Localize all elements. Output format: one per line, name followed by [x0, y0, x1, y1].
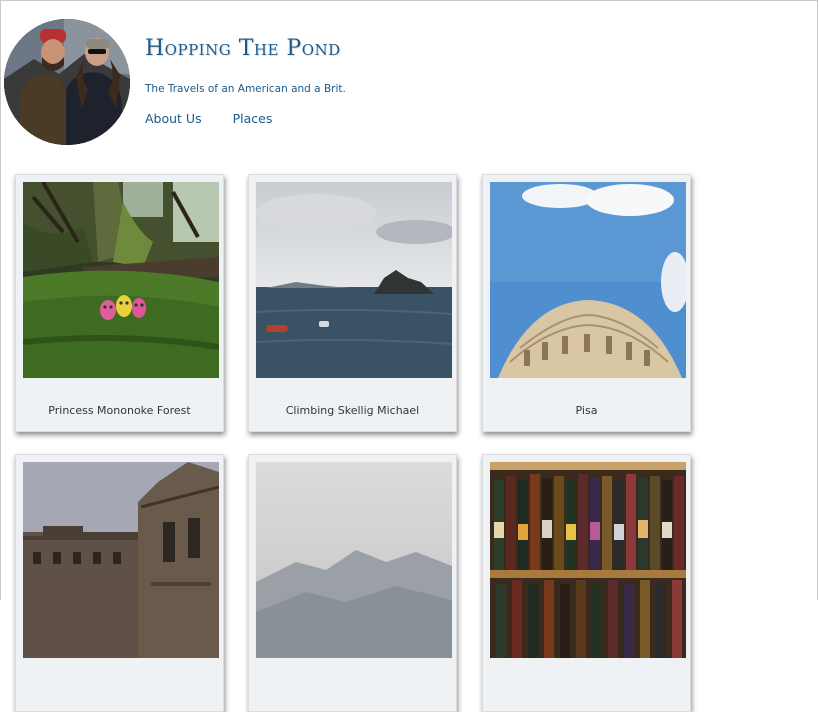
card-caption: Pisa	[575, 404, 598, 417]
card-photo	[23, 462, 219, 658]
card-photo	[23, 182, 219, 378]
gallery-card-mountains[interactable]	[248, 454, 457, 712]
card-photo	[490, 462, 686, 658]
nav-link-about-us[interactable]: About Us	[145, 111, 202, 126]
main-nav: About Us Places	[145, 111, 272, 126]
gallery-card-pisa[interactable]: Pisa	[482, 174, 691, 432]
gallery-card-princess-mononoke-forest[interactable]: Princess Mononoke Forest	[15, 174, 224, 432]
card-photo	[256, 182, 452, 378]
card-photo	[490, 182, 686, 378]
card-caption: Climbing Skellig Michael	[285, 404, 420, 417]
nav-link-places[interactable]: Places	[233, 111, 273, 126]
gallery-card-bottles[interactable]	[482, 454, 691, 712]
gallery-card-florence[interactable]	[15, 454, 224, 712]
gallery-card-climbing-skellig-michael[interactable]: Climbing Skellig Michael	[248, 174, 457, 432]
card-caption: Princess Mononoke Forest	[48, 404, 191, 417]
avatar	[4, 19, 130, 145]
card-photo	[256, 462, 452, 658]
site-title: Hopping The Pond	[145, 36, 341, 61]
avatar-photo	[4, 19, 130, 145]
site-tagline: The Travels of an American and a Brit.	[145, 83, 346, 95]
